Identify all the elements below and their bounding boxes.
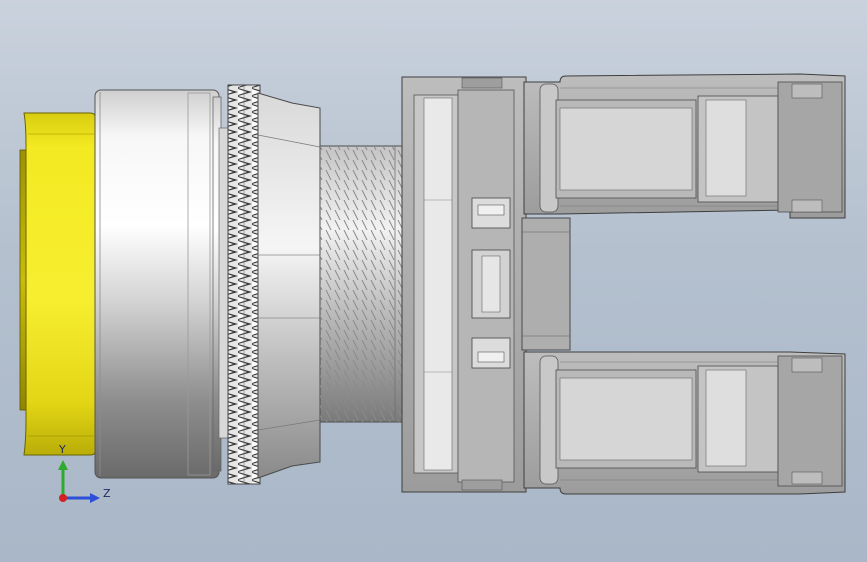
z-axis-arrowhead	[90, 493, 100, 503]
button-cap[interactable]	[19, 112, 97, 456]
serrated-washer[interactable]	[227, 84, 261, 485]
y-axis-label: Y	[59, 443, 66, 456]
metal-bezel[interactable]	[94, 89, 222, 479]
adapter-frame[interactable]	[401, 76, 527, 493]
contact-block-lower[interactable]	[523, 351, 846, 495]
y-axis-arrowhead	[58, 460, 68, 470]
axis-origin	[59, 494, 67, 502]
axis-triad[interactable]	[58, 460, 100, 503]
threaded-body[interactable]	[319, 145, 409, 423]
mounting-nut[interactable]	[257, 92, 321, 479]
z-axis-label: Z	[103, 487, 111, 500]
push-button-switch-model[interactable]	[0, 0, 867, 562]
contact-block-upper[interactable]	[523, 73, 846, 219]
center-link	[521, 217, 571, 351]
cad-viewport[interactable]: Y Z	[0, 0, 867, 562]
